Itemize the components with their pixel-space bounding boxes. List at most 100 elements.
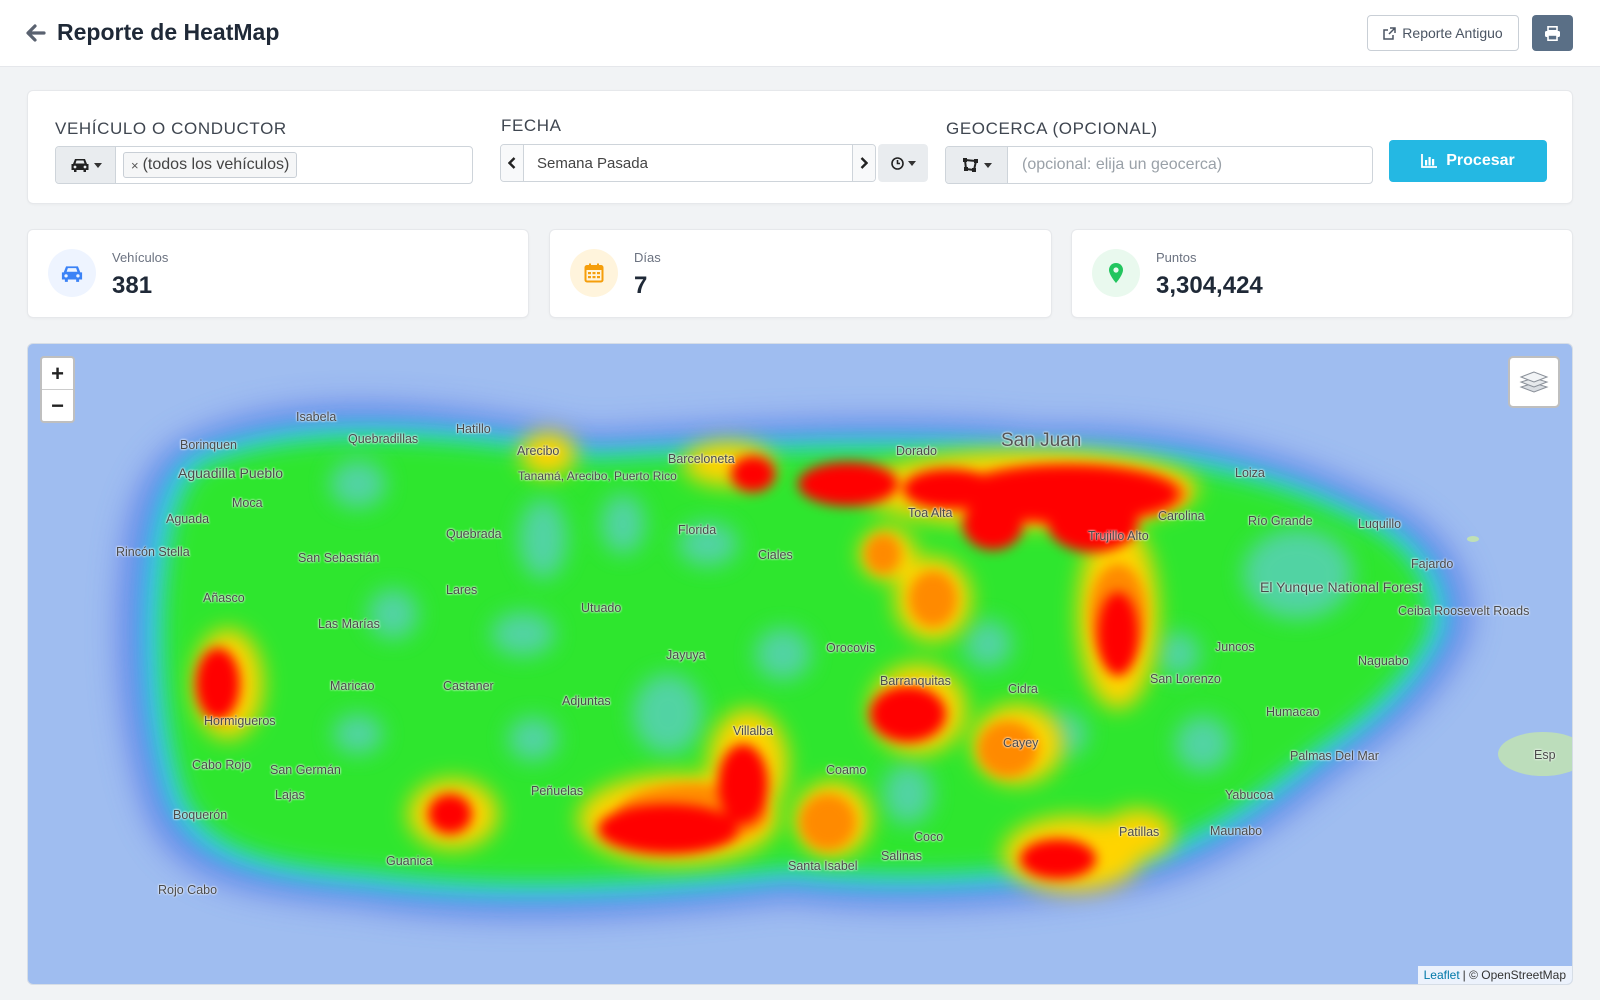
- town-label: Barranquitas: [880, 674, 951, 688]
- town-label: Cabo Rojo: [192, 758, 252, 772]
- town-label: Quebrada: [446, 527, 502, 541]
- date-prev-button[interactable]: [501, 145, 523, 181]
- town-label: Rincón Stella: [116, 545, 190, 559]
- town-label: Lajas: [275, 788, 305, 802]
- town-label: Maunabo: [1210, 824, 1263, 838]
- town-label: San Germán: [270, 763, 341, 777]
- town-label: Moca: [232, 496, 263, 510]
- old-report-button[interactable]: Reporte Antiguo: [1367, 15, 1519, 51]
- town-label: Barceloneta: [668, 452, 735, 466]
- town-label: Coco: [914, 830, 944, 844]
- clock-icon: [890, 156, 904, 170]
- time-range-addon[interactable]: [878, 144, 928, 182]
- stat-label: Días: [634, 250, 661, 265]
- stat-card-days: Días 7: [549, 229, 1052, 318]
- town-label: Añasco: [203, 591, 245, 605]
- town-label: Coamo: [826, 763, 867, 777]
- stat-icon-wrap: [570, 249, 618, 297]
- town-label: Tanamá, Arecibo, Puerto Rico: [518, 469, 677, 483]
- town-label: Cayey: [1003, 736, 1039, 750]
- chevron-left-icon: [508, 157, 516, 169]
- town-label: Rojo Cabo: [158, 883, 218, 897]
- town-label: Ciales: [758, 548, 793, 562]
- zoom-control: + −: [40, 356, 75, 423]
- town-label: Juncos: [1215, 640, 1255, 654]
- tag-remove-icon[interactable]: ×: [131, 158, 139, 173]
- town-label: San Lorenzo: [1150, 672, 1221, 686]
- town-label: Arecibo: [517, 444, 560, 458]
- town-label: Dorado: [896, 444, 937, 458]
- map-attribution: Leaflet | © OpenStreetMap: [1417, 966, 1572, 984]
- leaflet-link[interactable]: Leaflet: [1424, 968, 1460, 982]
- print-icon: [1545, 25, 1560, 41]
- time-range-dropdown[interactable]: [878, 144, 928, 182]
- geofence-label: GEOCERCA (OPCIONAL): [946, 119, 1158, 138]
- vehicle-tag[interactable]: × (todos los vehículos): [123, 152, 298, 178]
- back-arrow-icon[interactable]: [24, 22, 46, 44]
- stat-label: Vehículos: [112, 250, 169, 265]
- chevron-right-icon: [860, 157, 868, 169]
- external-link-icon: [1383, 26, 1397, 40]
- date-picker[interactable]: Semana Pasada: [500, 144, 876, 182]
- town-label: Florida: [678, 523, 717, 537]
- town-label: Luquillo: [1358, 517, 1402, 531]
- heatmap-map[interactable]: Isabela Hatillo Borinquen Quebradillas A…: [27, 343, 1573, 985]
- filter-card: VEHÍCULO O CONDUCTOR × (todos los vehícu…: [27, 90, 1573, 204]
- stat-icon-wrap: [1092, 249, 1140, 297]
- date-value[interactable]: Semana Pasada: [523, 145, 853, 181]
- town-label: Quebradillas: [348, 432, 419, 446]
- town-label: Jayuya: [666, 648, 706, 662]
- stat-card-points: Puntos 3,304,424: [1071, 229, 1573, 318]
- town-label: Hormigueros: [204, 714, 276, 728]
- town-label: Aguadilla Pueblo: [178, 465, 284, 481]
- town-label: Palmas Del Mar: [1290, 749, 1379, 763]
- zoom-out-button[interactable]: −: [42, 390, 73, 421]
- town-label: Utuado: [581, 601, 622, 615]
- town-label: Carolina: [1158, 509, 1205, 523]
- bar-chart-icon: [1421, 154, 1438, 168]
- stat-value: 7: [634, 272, 648, 299]
- town-label: El Yunque National Forest: [1260, 579, 1423, 595]
- stat-icon-wrap: [48, 249, 96, 297]
- map-marker-icon: [1109, 263, 1123, 283]
- stat-value: 381: [112, 272, 153, 299]
- top-bar: Reporte de HeatMap Reporte Antiguo: [0, 0, 1600, 67]
- layers-button[interactable]: [1508, 356, 1560, 408]
- town-label: Santa Isabel: [788, 859, 858, 873]
- vehicle-tag-label: (todos los vehículos): [142, 156, 290, 173]
- town-label: Salinas: [881, 849, 922, 863]
- town-label: Guanica: [386, 854, 433, 868]
- stat-label: Puntos: [1156, 250, 1197, 265]
- town-label: Naguabo: [1358, 654, 1409, 668]
- town-label: Trujillo Alto: [1088, 529, 1149, 543]
- geofence-select[interactable]: (opcional: elija un geocerca): [945, 146, 1373, 184]
- print-button[interactable]: [1532, 15, 1573, 51]
- caret-down-icon: [907, 160, 916, 166]
- process-label: Procesar: [1446, 152, 1515, 169]
- page-title: Reporte de HeatMap: [57, 19, 280, 45]
- town-label: Esp: [1534, 748, 1556, 762]
- island-small: [1467, 536, 1479, 542]
- town-label: Ceiba Roosevelt Roads: [1398, 604, 1530, 618]
- vehicle-select[interactable]: × (todos los vehículos): [55, 146, 473, 184]
- process-button[interactable]: Procesar: [1389, 140, 1547, 182]
- vehicle-type-dropdown[interactable]: [56, 147, 116, 183]
- date-next-button[interactable]: [853, 145, 875, 181]
- town-label: Patillas: [1119, 825, 1160, 839]
- zoom-in-button[interactable]: +: [42, 358, 73, 390]
- town-label: Borinquen: [180, 438, 237, 452]
- layers-icon: [1519, 371, 1549, 393]
- car-icon: [71, 159, 88, 172]
- stat-value: 3,304,424: [1156, 272, 1263, 299]
- town-label: Boquerón: [173, 808, 228, 822]
- vehicle-label: VEHÍCULO O CONDUCTOR: [55, 119, 287, 138]
- town-label: Orocovis: [826, 641, 876, 655]
- map-canvas[interactable]: [28, 344, 1573, 985]
- town-label: Peñuelas: [531, 784, 584, 798]
- geofence-type-dropdown[interactable]: [946, 147, 1008, 183]
- town-label: Río Grande: [1248, 514, 1313, 528]
- calendar-icon: [584, 263, 604, 283]
- geofence-placeholder[interactable]: (opcional: elija un geocerca): [1008, 147, 1222, 183]
- stat-card-vehicles: Vehículos 381: [27, 229, 529, 318]
- town-label: Lares: [446, 583, 478, 597]
